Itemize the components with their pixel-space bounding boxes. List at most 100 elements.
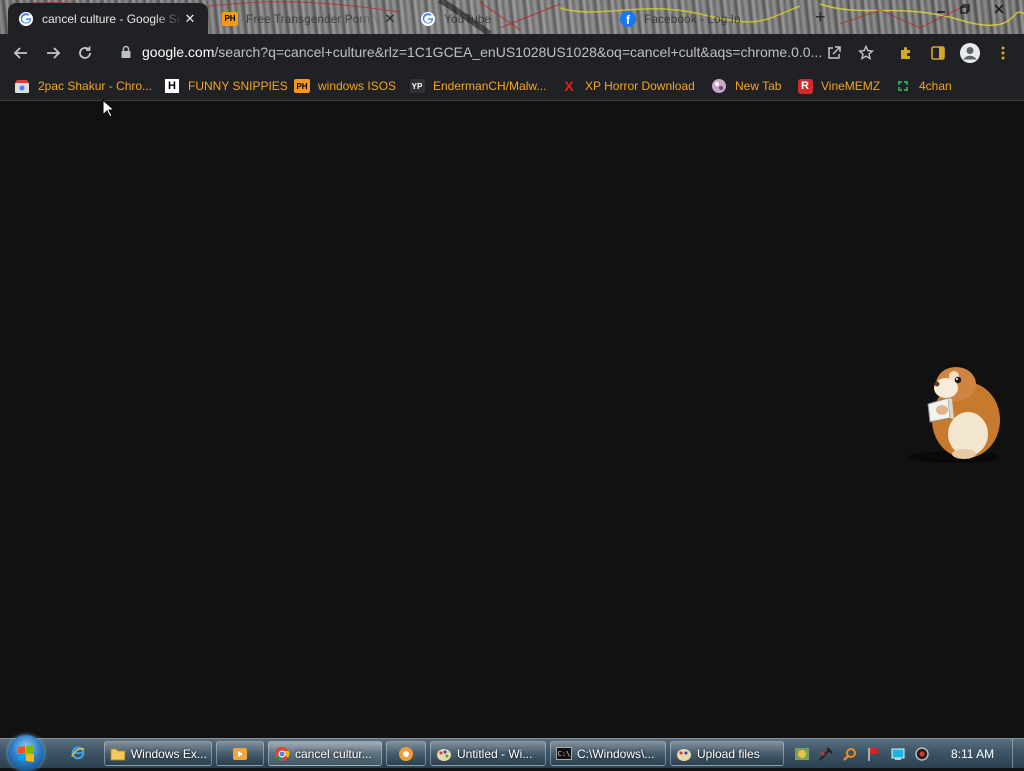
start-button[interactable]: [8, 735, 44, 771]
close-window-button[interactable]: [986, 0, 1012, 18]
clover-icon: [895, 78, 911, 94]
folder-icon: [110, 748, 126, 760]
h-icon-text: H: [165, 79, 179, 93]
tray-fish-icon[interactable]: [794, 746, 810, 762]
url-path: /search?q=cancel+culture&rlz=1C1GCEA_enU…: [214, 44, 822, 60]
x-icon: X: [561, 78, 577, 94]
taskbar: Windows Ex... cancel cultur... Untitled …: [0, 735, 1024, 771]
puzzle-icon: [901, 47, 910, 59]
bookmark-label: EndermanCH/Malw...: [433, 79, 547, 93]
side-panel-icon: [931, 46, 945, 60]
tray-flag-icon[interactable]: [866, 746, 882, 762]
ph-icon-text: PH: [294, 79, 310, 93]
side-panel-button[interactable]: [925, 40, 951, 66]
tab-strip: cancel culture - Google Search ✕ PH Free…: [0, 0, 1024, 34]
close-icon[interactable]: ✕: [382, 11, 398, 27]
restore-button[interactable]: [952, 0, 978, 18]
bookmark-label: VineMEMZ: [821, 79, 881, 93]
taskbar-clock[interactable]: 8:11 AM: [951, 747, 994, 761]
url-text[interactable]: google.com/search?q=cancel+culture&rlz=1…: [142, 44, 822, 60]
taskbar-item-app[interactable]: [386, 741, 426, 766]
cmd-icon: C:\: [556, 747, 572, 760]
internet-explorer-icon[interactable]: [70, 745, 86, 761]
bookmark-vinememz[interactable]: R VineMEMZ: [797, 77, 880, 95]
avatar-icon: [960, 43, 980, 63]
bookmarks-bar: 2pac Shakur - Chro... H FUNNY SNIPPIES P…: [0, 71, 1024, 101]
taskbar-item-label: Upload files: [697, 746, 760, 761]
app-icon: [399, 746, 413, 761]
reload-button[interactable]: [72, 40, 98, 66]
ph-icon: PH: [222, 11, 238, 27]
profile-button[interactable]: [957, 40, 983, 66]
taskbar-item-label: cancel cultur...: [295, 746, 372, 761]
bookmark-xp-horror[interactable]: X XP Horror Download: [561, 77, 695, 95]
lock-icon[interactable]: [120, 45, 132, 59]
forward-button[interactable]: [40, 40, 66, 66]
extensions-button[interactable]: [893, 40, 919, 66]
url-host: google.com: [142, 44, 215, 60]
tray-tool-icon[interactable]: [818, 746, 834, 762]
reload-icon: [79, 46, 91, 59]
bookmark-label: 2pac Shakur - Chro...: [38, 79, 153, 93]
bookmark-star-button[interactable]: [853, 40, 879, 66]
tab-facebook[interactable]: f Facebook - Log In: [610, 3, 806, 34]
tab-title: Facebook - Log In: [644, 11, 741, 26]
taskbar-item-cmd[interactable]: C:\ C:\Windows\...: [550, 741, 666, 766]
tray-volume-icon[interactable]: [914, 746, 930, 762]
minimize-button[interactable]: [928, 0, 954, 18]
bookmark-label: windows ISOS: [318, 79, 397, 93]
google-icon: [18, 11, 34, 27]
tab-ph[interactable]: PH Free Transgender Porn Vi ✕: [212, 3, 408, 34]
ph-icon-text: PH: [222, 11, 238, 26]
chrome-icon: [275, 746, 290, 761]
chrome-store-icon: [14, 78, 30, 94]
tray-network-icon[interactable]: [890, 746, 906, 762]
bookmark-windows-isos[interactable]: PH windows ISOS: [294, 77, 396, 95]
tab-google-search[interactable]: cancel culture - Google Search ✕: [8, 3, 208, 34]
tab-title: YouTube: [444, 11, 492, 26]
show-desktop-button[interactable]: [1012, 739, 1024, 768]
bookmark-4chan[interactable]: 4chan: [895, 77, 952, 95]
taskbar-item-chrome[interactable]: cancel cultur...: [268, 741, 382, 766]
google-icon: [420, 11, 436, 27]
bookmark-endermanch[interactable]: YP EndermanCH/Malw...: [409, 77, 546, 95]
h-icon: H: [164, 78, 180, 94]
close-icon[interactable]: ✕: [182, 11, 198, 27]
mouse-cursor-icon: [102, 99, 116, 118]
taskbar-item-label: Untitled - Wi...: [457, 746, 533, 761]
taskbar-item-label: Windows Ex...: [130, 746, 206, 761]
menu-button[interactable]: [990, 40, 1016, 66]
r-icon: R: [797, 78, 813, 94]
bookmark-label: XP Horror Download: [585, 79, 695, 93]
page-content: [0, 101, 1024, 738]
tab-youtube[interactable]: YouTube: [410, 3, 606, 34]
windows-logo-icon: [18, 745, 34, 762]
bookmark-label: FUNNY SNIPPIES: [188, 79, 288, 93]
taskbar-item-media-player[interactable]: [216, 741, 264, 766]
bookmark-2pac[interactable]: 2pac Shakur - Chro...: [14, 77, 152, 95]
ball-icon: [711, 78, 727, 94]
taskbar-item-paint[interactable]: Untitled - Wi...: [430, 741, 546, 766]
forward-arrow-icon: [47, 47, 61, 59]
ph-icon: PH: [294, 78, 310, 94]
share-icon: [828, 46, 841, 59]
share-button[interactable]: [821, 40, 847, 66]
taskbar-item-windows-explorer[interactable]: Windows Ex...: [104, 741, 212, 766]
yp-icon-text: YP: [409, 79, 425, 93]
more-vert-icon: [1001, 46, 1005, 60]
back-button[interactable]: [8, 40, 34, 66]
new-tab-button[interactable]: +: [815, 7, 826, 28]
tray-search-icon[interactable]: [842, 746, 858, 762]
taskbar-item-label: C:\Windows\...: [577, 746, 655, 761]
bookmark-funny-snippies[interactable]: H FUNNY SNIPPIES: [164, 77, 288, 95]
paint-icon: [437, 748, 451, 761]
bookmark-label: 4chan: [919, 79, 952, 93]
media-player-icon: [233, 747, 247, 760]
bookmark-new-tab[interactable]: New Tab: [711, 77, 781, 95]
browser-toolbar: google.com/search?q=cancel+culture&rlz=1…: [0, 34, 1024, 71]
back-arrow-icon: [13, 47, 27, 59]
address-bar[interactable]: google.com/search?q=cancel+culture&rlz=1…: [108, 38, 884, 67]
facebook-icon: f: [620, 10, 636, 27]
tab-title: Free Transgender Porn Vi: [246, 11, 382, 26]
taskbar-item-upload-files[interactable]: Upload files: [670, 741, 784, 766]
